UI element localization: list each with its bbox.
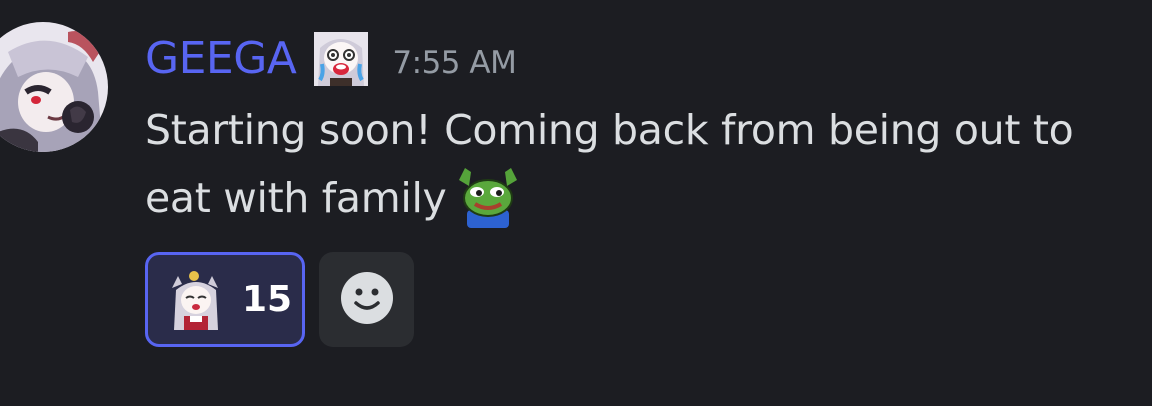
chat-message: GEEGA 7:55 AM Starting soon! Coming back… [0, 0, 1152, 406]
reactions-bar: 15 [145, 252, 414, 347]
reaction-count: 15 [242, 279, 293, 320]
add-reaction-button[interactable] [319, 252, 414, 347]
anime-girl-cheering-icon [164, 268, 228, 332]
message-header: GEEGA 7:55 AM [145, 28, 517, 90]
username[interactable]: GEEGA [145, 37, 297, 81]
reaction-button[interactable]: 15 [145, 252, 305, 347]
anime-girl-crying-icon[interactable] [312, 30, 370, 88]
smiley-face-icon [340, 271, 394, 329]
message-content: Starting soon! Coming back from being ou… [145, 96, 1145, 232]
user-avatar[interactable] [0, 22, 108, 152]
message-timestamp: 7:55 AM [392, 45, 517, 81]
message-text: Starting soon! Coming back from being ou… [145, 106, 1074, 222]
pepe-arms-up-icon[interactable] [455, 166, 521, 228]
